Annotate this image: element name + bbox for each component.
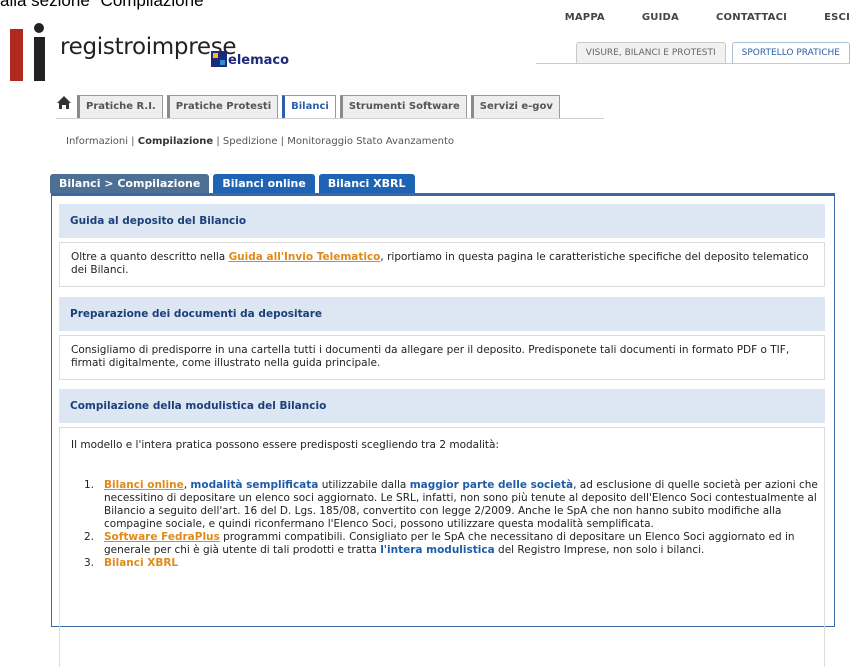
tab-bilanci-compilazione[interactable]: Bilanci > Compilazione (50, 174, 210, 193)
list-number: 3. (84, 557, 95, 569)
list-item: 2. Software FedraPlus programmi compatib… (84, 531, 824, 557)
elemaco-logo-icon (211, 51, 227, 67)
list-text: del Registro Imprese, non solo i bilanci… (494, 544, 705, 556)
list-number: 2. (84, 531, 95, 543)
subnav-monitoraggio[interactable]: Monitoraggio Stato Avanzamento (287, 136, 454, 147)
subnav-spedizione[interactable]: Spedizione (223, 136, 278, 147)
subnav-compilazione[interactable]: Compilazione (138, 136, 213, 147)
section-tabs-divider (536, 63, 850, 64)
page-heading-cropped: alla sezione "Compilazione" (0, 0, 210, 10)
section-tabs: VISURE, BILANCI E PROTESTI SPORTELLO PRA… (570, 42, 850, 63)
nav-bilanci[interactable]: Bilanci (282, 95, 336, 119)
nav-pratiche-ri[interactable]: Pratiche R.I. (77, 95, 163, 119)
section-heading-compilazione: Compilazione della modulistica del Bilan… (59, 389, 825, 423)
list-text: utilizzabile dalla (318, 479, 410, 491)
bilanci-online-link[interactable]: Bilanci online (104, 479, 184, 491)
list-number: 1. (84, 479, 95, 491)
tab-bilanci-xbrl[interactable]: Bilanci XBRL (318, 174, 415, 193)
home-icon[interactable] (56, 95, 72, 110)
list-emphasis: maggior parte delle società (409, 479, 574, 491)
modalita-list: 1. Bilanci online, modalità semplificata… (84, 479, 824, 570)
logo-text: registroimprese (60, 34, 237, 60)
nav-pratiche-protesti[interactable]: Pratiche Protesti (166, 95, 279, 119)
nav-strumenti-software[interactable]: Strumenti Software (339, 95, 467, 119)
section-heading-preparazione: Preparazione dei documenti da depositare (59, 297, 825, 331)
topnav-guida[interactable]: GUIDA (642, 12, 679, 23)
main-navigation: Pratiche R.I. Pratiche Protesti Bilanci … (77, 95, 564, 119)
software-fedraplus-link[interactable]: Software FedraPlus (104, 531, 220, 543)
tab-sportello-pratiche[interactable]: SPORTELLO PRATICHE (731, 42, 850, 63)
nav-divider (56, 118, 604, 119)
guida-invio-telematico-link[interactable]: Guida all'Invio Telematico (229, 251, 381, 263)
section-heading-guida: Guida al deposito del Bilancio (59, 204, 825, 238)
tab-visure-bilanci-protesti[interactable]: VISURE, BILANCI E PROTESTI (575, 42, 726, 63)
tab-bilanci-online[interactable]: Bilanci online (213, 174, 315, 193)
section-body-preparazione: Consigliamo di predisporre in una cartel… (59, 335, 825, 380)
list-emphasis: modalità semplificata (190, 479, 319, 491)
section-body-guida: Oltre a quanto descritto nella Guida all… (59, 242, 825, 287)
top-navigation: MAPPA GUIDA CONTATTACI ESCI (528, 12, 850, 23)
content-panel: Guida al deposito del Bilancio Oltre a q… (51, 193, 835, 667)
content-tabs: Bilanci > Compilazione Bilanci online Bi… (50, 174, 419, 193)
list-item: 1. Bilanci online, modalità semplificata… (84, 479, 818, 530)
subnav-separator: | (213, 136, 223, 147)
subnav-separator: | (128, 136, 138, 147)
list-emphasis: l'intera modulistica (380, 544, 495, 556)
bilanci-xbrl-link[interactable]: Bilanci XBRL (104, 557, 178, 569)
nav-servizi-egov[interactable]: Servizi e-gov (470, 95, 560, 119)
guida-text-pre: Oltre a quanto descritto nella (71, 251, 229, 263)
list-item: 3. Bilanci XBRL (84, 557, 824, 570)
topnav-mappa[interactable]: MAPPA (565, 12, 605, 23)
topnav-esci[interactable]: ESCI (824, 12, 850, 23)
topnav-contattaci[interactable]: CONTATTACI (716, 12, 787, 23)
registroimprese-logo-icon (10, 23, 45, 81)
subnav-separator: | (277, 136, 288, 147)
subnav-informazioni[interactable]: Informazioni (66, 136, 128, 147)
sub-navigation: Informazioni | Compilazione | Spedizione… (66, 136, 454, 147)
compilazione-intro: Il modello e l'intera pratica possono es… (71, 439, 500, 451)
elemaco-logo-text[interactable]: elemaco (228, 53, 289, 68)
